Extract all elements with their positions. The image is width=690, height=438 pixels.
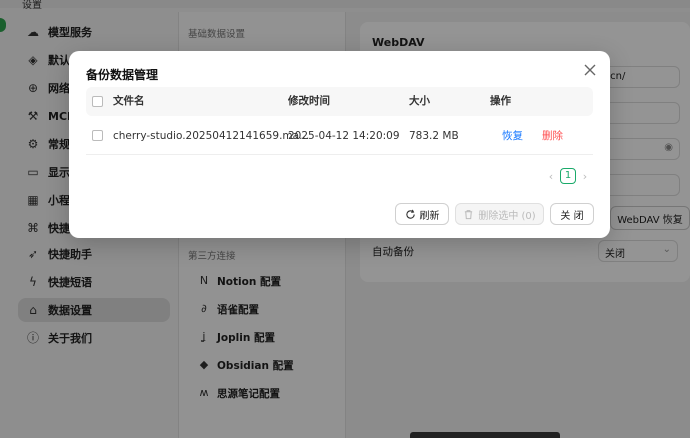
delete-selected-button[interactable]: 删除选中 (0): [455, 203, 544, 225]
delete-link[interactable]: 删除: [542, 117, 563, 155]
row-checkbox[interactable]: [92, 130, 103, 141]
refresh-label: 刷新: [419, 210, 440, 222]
select-all-checkbox[interactable]: [92, 96, 103, 107]
file-name: cherry-studio.20250412141659.ma...: [113, 130, 310, 142]
backup-manager-modal: 备份数据管理 文件名 修改时间 大小 操作 cherry-studio.2025…: [69, 51, 610, 238]
refresh-icon: [405, 209, 415, 219]
close-button[interactable]: 关 闭: [550, 203, 594, 225]
column-header-actions: 操作: [490, 95, 511, 107]
delete-selected-label: 删除选中 (0): [478, 210, 536, 222]
table-row: cherry-studio.20250412141659.ma... 2025-…: [86, 117, 593, 155]
modal-title: 备份数据管理: [86, 68, 159, 82]
file-modified: 2025-04-12 14:20:09: [288, 130, 400, 142]
refresh-button[interactable]: 刷新: [395, 203, 449, 225]
next-page-icon[interactable]: ›: [580, 170, 590, 183]
restore-link[interactable]: 恢复: [502, 117, 523, 155]
app-window: 设置 ☁ 模型服务 ◈ 默认模 ⊕ 网络搜 ⚒ MCP 服 ⚙ 常规设 ▭ 显示…: [0, 0, 690, 438]
page-number[interactable]: 1: [560, 168, 576, 184]
pagination: ‹ 1 ›: [546, 168, 590, 184]
table-header: 文件名 修改时间 大小 操作: [86, 87, 593, 116]
file-size: 783.2 MB: [409, 130, 459, 142]
column-header-modified[interactable]: 修改时间: [288, 87, 330, 116]
dock-indicator: [410, 432, 560, 438]
column-header-size[interactable]: 大小: [409, 87, 430, 116]
trash-icon: [465, 209, 473, 219]
column-header-name[interactable]: 文件名: [113, 87, 145, 116]
prev-page-icon[interactable]: ‹: [546, 170, 556, 183]
close-icon[interactable]: [583, 63, 597, 77]
